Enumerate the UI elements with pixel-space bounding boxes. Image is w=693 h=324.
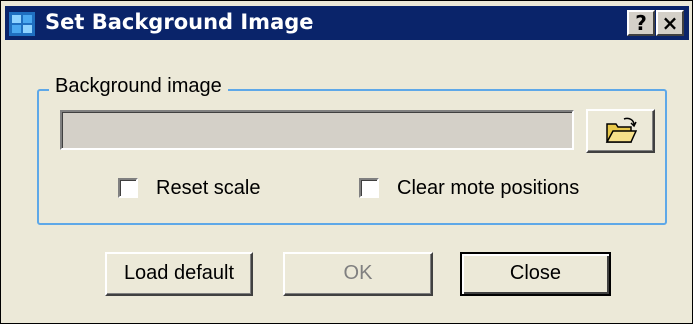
help-icon: ? xyxy=(635,11,647,35)
dialog-window: Set Background Image ? × Background imag… xyxy=(0,0,693,324)
background-path-field[interactable] xyxy=(60,110,574,150)
ok-button[interactable]: OK xyxy=(283,252,433,296)
close-icon: × xyxy=(661,11,679,35)
reset-scale-option[interactable]: Reset scale xyxy=(118,176,261,200)
app-icon xyxy=(9,12,35,36)
close-button[interactable]: Close xyxy=(460,252,611,296)
title-close-button[interactable]: × xyxy=(656,10,684,36)
help-button[interactable]: ? xyxy=(627,10,655,36)
clear-mote-positions-option[interactable]: Clear mote positions xyxy=(359,176,579,200)
title-bar[interactable]: Set Background Image ? × xyxy=(5,6,689,40)
clear-mote-positions-checkbox[interactable] xyxy=(359,178,379,198)
load-default-button[interactable]: Load default xyxy=(105,252,253,296)
clear-mote-positions-label: Clear mote positions xyxy=(397,176,580,199)
browse-button[interactable] xyxy=(586,109,655,153)
reset-scale-label: Reset scale xyxy=(156,176,261,199)
open-folder-icon xyxy=(605,117,637,143)
window-title: Set Background Image xyxy=(45,10,314,34)
group-legend: Background image xyxy=(49,75,228,98)
reset-scale-checkbox[interactable] xyxy=(118,178,138,198)
